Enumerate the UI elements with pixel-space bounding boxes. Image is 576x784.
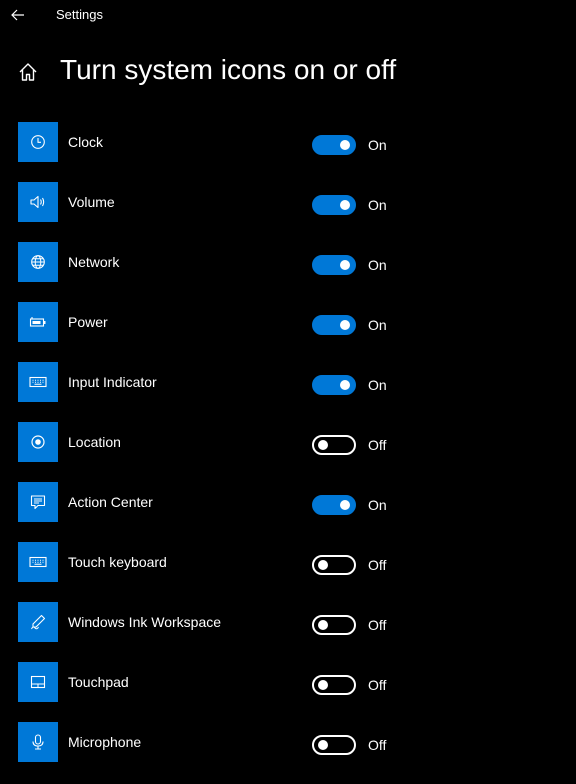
setting-label: Clock bbox=[68, 134, 104, 150]
setting-row-power: Power On bbox=[0, 302, 576, 362]
setting-row-network: Network On bbox=[0, 242, 576, 302]
toggle-state-label: On bbox=[368, 497, 387, 513]
setting-row-location: Location Off bbox=[0, 422, 576, 482]
action-center-tile bbox=[18, 482, 58, 522]
keyboard-icon bbox=[29, 376, 47, 388]
microphone-icon bbox=[32, 734, 44, 750]
input-indicator-toggle[interactable] bbox=[312, 375, 356, 395]
toggle-knob bbox=[318, 440, 328, 450]
app-title: Settings bbox=[56, 7, 103, 22]
setting-label: Volume bbox=[68, 194, 115, 210]
keyboard-icon bbox=[29, 556, 47, 568]
toggle-state-label: On bbox=[368, 317, 387, 333]
microphone-toggle[interactable] bbox=[312, 735, 356, 755]
back-button[interactable] bbox=[6, 3, 30, 27]
touchpad-icon bbox=[30, 675, 46, 689]
arrow-left-icon bbox=[11, 9, 24, 21]
setting-label: Microphone bbox=[68, 734, 142, 750]
toggle-knob bbox=[340, 200, 350, 210]
touch-keyboard-toggle[interactable] bbox=[312, 555, 356, 575]
toggle-state-label: On bbox=[368, 197, 387, 213]
setting-row-volume: Volume On bbox=[0, 182, 576, 242]
power-toggle[interactable] bbox=[312, 315, 356, 335]
network-toggle[interactable] bbox=[312, 255, 356, 275]
setting-label: Network bbox=[68, 254, 120, 270]
toggle-knob bbox=[318, 560, 328, 570]
globe-icon bbox=[31, 255, 45, 269]
toggle-state-label: On bbox=[368, 137, 387, 153]
setting-label: Action Center bbox=[68, 494, 153, 510]
volume-icon bbox=[30, 195, 45, 209]
action-center-toggle[interactable] bbox=[312, 495, 356, 515]
toggle-state-label: Off bbox=[368, 737, 387, 753]
clock-tile bbox=[18, 122, 58, 162]
page-header: Turn system icons on or off bbox=[0, 50, 576, 94]
pen-icon bbox=[31, 614, 46, 630]
setting-row-touchpad: Touchpad Off bbox=[0, 662, 576, 722]
setting-row-microphone: Microphone Off bbox=[0, 722, 576, 782]
volume-toggle[interactable] bbox=[312, 195, 356, 215]
setting-label: Windows Ink Workspace bbox=[68, 614, 222, 630]
clock-toggle[interactable] bbox=[312, 135, 356, 155]
page-title: Turn system icons on or off bbox=[60, 54, 397, 85]
toggle-knob bbox=[340, 140, 350, 150]
toggle-knob bbox=[340, 320, 350, 330]
setting-label: Touch keyboard bbox=[68, 554, 167, 570]
microphone-tile bbox=[18, 722, 58, 762]
windows-ink-tile bbox=[18, 602, 58, 642]
toggle-state-label: On bbox=[368, 257, 387, 273]
toggle-state-label: Off bbox=[368, 617, 387, 633]
location-icon bbox=[31, 435, 45, 449]
setting-label: Power bbox=[68, 314, 108, 330]
network-tile bbox=[18, 242, 58, 282]
setting-row-touch-keyboard: Touch keyboard Off bbox=[0, 542, 576, 602]
windows-ink-toggle[interactable] bbox=[312, 615, 356, 635]
toggle-knob bbox=[340, 260, 350, 270]
toggle-state-label: Off bbox=[368, 557, 387, 573]
home-button[interactable] bbox=[14, 58, 42, 86]
setting-label: Touchpad bbox=[68, 674, 129, 690]
toggle-knob bbox=[318, 740, 328, 750]
setting-row-windows-ink-workspace: Windows Ink Workspace Off bbox=[0, 602, 576, 662]
system-icons-list: Clock On Volume On Network On Power On I… bbox=[0, 122, 576, 782]
location-toggle[interactable] bbox=[312, 435, 356, 455]
touch-keyboard-tile bbox=[18, 542, 58, 582]
touchpad-toggle[interactable] bbox=[312, 675, 356, 695]
battery-icon bbox=[29, 317, 46, 327]
clock-icon bbox=[31, 135, 45, 149]
setting-row-input-indicator: Input Indicator On bbox=[0, 362, 576, 422]
action-center-icon bbox=[30, 495, 46, 510]
setting-row-action-center: Action Center On bbox=[0, 482, 576, 542]
toggle-state-label: Off bbox=[368, 437, 387, 453]
setting-label: Location bbox=[68, 434, 121, 450]
input-indicator-tile bbox=[18, 362, 58, 402]
toggle-state-label: On bbox=[368, 377, 387, 393]
toggle-knob bbox=[340, 380, 350, 390]
setting-row-clock: Clock On bbox=[0, 122, 576, 182]
toggle-knob bbox=[340, 500, 350, 510]
home-icon bbox=[19, 63, 37, 81]
toggle-knob bbox=[318, 680, 328, 690]
toggle-knob bbox=[318, 620, 328, 630]
location-tile bbox=[18, 422, 58, 462]
toggle-state-label: Off bbox=[368, 677, 387, 693]
volume-tile bbox=[18, 182, 58, 222]
power-tile bbox=[18, 302, 58, 342]
setting-label: Input Indicator bbox=[68, 374, 157, 390]
touchpad-tile bbox=[18, 662, 58, 702]
title-bar: Settings bbox=[0, 0, 576, 30]
